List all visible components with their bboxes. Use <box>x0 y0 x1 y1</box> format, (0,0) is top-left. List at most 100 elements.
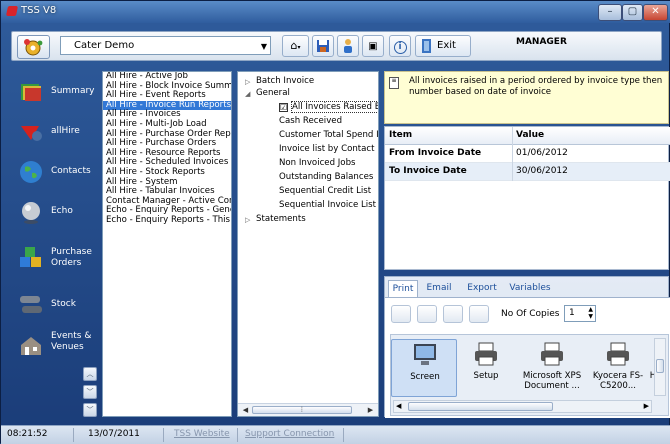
app-menu-button[interactable] <box>17 35 50 59</box>
app-window: TSS V8 – ▢ ✕ Cater Demo ▼ ⌂▾ ▣ i Exit MA… <box>0 0 670 444</box>
scroll-thumb[interactable] <box>656 359 664 373</box>
column-divider <box>512 127 513 181</box>
nav-label-contacts: Contacts <box>51 166 91 176</box>
scroll-right-icon[interactable]: ▶ <box>644 402 649 410</box>
expand-icon[interactable]: ▷ <box>245 216 250 224</box>
printer-list: Screen Setup Microsoft XPS Document ... <box>390 334 669 416</box>
scroll-right-icon[interactable]: ▶ <box>365 405 376 415</box>
stock-pipes-icon <box>20 296 42 313</box>
tree-horizontal-scrollbar[interactable]: ◀ ⋮ ▶ <box>238 403 378 416</box>
report-category-list: All Hire - Active Job All Hire - Block In… <box>102 71 232 417</box>
print-tab-pane: No Of Copies 1 ▲ ▼ Screen Setup Microsof… <box>385 297 670 418</box>
tree-node-statements[interactable]: Statements <box>256 214 306 225</box>
nav-item-stock[interactable]: Stock <box>11 287 98 327</box>
table-row[interactable]: From Invoice Date 01/06/2012 <box>385 145 670 163</box>
nav-item-purchase-orders[interactable]: Purchase Orders <box>11 239 98 279</box>
output-panel: Print Email Export Variables No Of Copie… <box>384 276 670 418</box>
close-button[interactable]: ✕ <box>643 4 668 21</box>
info-icon: i <box>393 41 407 54</box>
maximize-button[interactable]: ▢ <box>622 4 643 21</box>
tab-print[interactable]: Print <box>388 280 418 297</box>
tab-email[interactable]: Email <box>423 280 455 297</box>
print-option-button-2[interactable] <box>417 305 437 323</box>
chevron-up-icon: ︿ <box>86 370 94 378</box>
users-icon <box>344 39 352 53</box>
collapse-icon[interactable]: ◢ <box>245 90 250 98</box>
param-name: From Invoice Date <box>389 148 482 158</box>
nav-scroll-up-button[interactable]: ︿ <box>83 367 97 381</box>
printer-icon <box>475 342 497 366</box>
printer-setup[interactable]: Setup <box>453 339 519 397</box>
printer-vertical-scrollbar[interactable] <box>654 338 666 396</box>
spin-arrows-icon[interactable]: ▲ ▼ <box>588 306 593 320</box>
list-item[interactable]: Echo - Enquiry Reports - This E <box>103 215 231 226</box>
title-bar: TSS V8 – ▢ ✕ <box>1 1 670 23</box>
status-separator <box>163 428 164 442</box>
user-role-label: MANAGER <box>516 37 567 47</box>
minimize-button[interactable]: – <box>598 4 622 21</box>
home-button[interactable]: ⌂▾ <box>282 35 309 57</box>
checked-checkbox-icon[interactable]: ☑ <box>279 103 288 112</box>
status-separator <box>73 428 74 442</box>
tree-node-invoice-list-by-contact[interactable]: Invoice list by Contact <box>279 144 375 155</box>
printer-horizontal-scrollbar[interactable]: ◀ ▶ <box>393 400 652 413</box>
printer-kyocera[interactable]: Kyocera FS-C5200... <box>585 339 651 397</box>
company-select[interactable]: Cater Demo ▼ <box>60 36 271 55</box>
nav-item-events-venues[interactable]: Events & Venues <box>11 327 98 367</box>
printer-microsoft-xps[interactable]: Microsoft XPS Document ... <box>519 339 585 397</box>
chevron-down-icon: ﹀ <box>86 388 94 396</box>
scroll-left-icon[interactable]: ◀ <box>240 405 251 415</box>
report-tree: ▷ Batch Invoice ◢ General ☑ All Invoices … <box>237 71 379 417</box>
copies-stepper[interactable]: 1 ▲ ▼ <box>564 305 596 322</box>
printer-label: Kyocera FS-C5200... <box>592 371 644 391</box>
print-option-button-4[interactable] <box>469 305 489 323</box>
print-option-button-1[interactable] <box>391 305 411 323</box>
param-value[interactable]: 30/06/2012 <box>516 166 568 176</box>
tss-website-link[interactable]: TSS Website <box>174 429 230 439</box>
scroll-thumb[interactable] <box>408 402 553 411</box>
nav-scroll-down-button[interactable]: ﹀ <box>83 385 97 399</box>
tab-variables[interactable]: Variables <box>507 280 553 297</box>
tree-node-customer-total-spend[interactable]: Customer Total Spend I <box>279 130 378 141</box>
printer-label: Setup <box>473 371 499 381</box>
tree-node-non-invoiced-jobs[interactable]: Non Invoiced Jobs <box>279 158 356 169</box>
users-button[interactable] <box>337 35 359 57</box>
monitor-icon <box>414 344 436 365</box>
monitor-button[interactable]: ▣ <box>362 35 384 57</box>
grid-header-value: Value <box>516 130 545 140</box>
exit-button[interactable]: Exit <box>415 35 471 57</box>
nav-label-echo: Echo <box>51 206 73 216</box>
nav-item-allhire[interactable]: allHire <box>11 114 98 154</box>
tree-node-cash-received[interactable]: Cash Received <box>279 116 342 127</box>
save-button[interactable] <box>312 35 334 57</box>
tree-node-sequential-credit-list[interactable]: Sequential Credit List <box>279 186 371 197</box>
allhire-logo-icon <box>21 126 42 141</box>
scroll-left-icon[interactable]: ◀ <box>396 402 401 410</box>
nav-item-echo[interactable]: Echo <box>11 194 98 234</box>
tree-node-outstanding-balances[interactable]: Outstanding Balances <box>279 172 373 183</box>
module-nav: Summary allHire Contacts Echo Purchase O… <box>11 69 98 417</box>
print-option-button-3[interactable] <box>443 305 463 323</box>
nav-label-stock: Stock <box>51 299 76 309</box>
tree-node-sequential-invoice-list[interactable]: Sequential Invoice List <box>279 200 376 211</box>
status-separator <box>343 428 344 442</box>
grid-header-row: Item Value <box>385 127 670 145</box>
param-value[interactable]: 01/06/2012 <box>516 148 568 158</box>
copies-label: No Of Copies <box>501 309 560 319</box>
printer-screen[interactable]: Screen <box>391 339 457 397</box>
printer-label: Screen <box>410 372 440 382</box>
nav-item-summary[interactable]: Summary <box>11 74 98 114</box>
nav-scroll-more-button[interactable]: ﹀ <box>83 403 97 417</box>
expand-icon[interactable]: ▷ <box>245 78 250 86</box>
support-connection-link[interactable]: Support Connection <box>245 429 334 439</box>
info-button[interactable]: i <box>389 35 411 57</box>
nav-item-contacts[interactable]: Contacts <box>11 154 98 194</box>
tree-node-general[interactable]: General <box>256 88 290 99</box>
window-title: TSS V8 <box>21 5 57 16</box>
printer-label: Microsoft XPS Document ... <box>522 371 582 391</box>
tree-node-all-invoices-raised[interactable]: ☑ All Invoices Raised E <box>279 101 378 113</box>
table-row[interactable]: To Invoice Date 30/06/2012 <box>385 163 670 181</box>
tree-node-batch-invoice[interactable]: Batch Invoice <box>256 76 314 87</box>
tab-export[interactable]: Export <box>463 280 501 297</box>
scroll-thumb[interactable]: ⋮ <box>252 406 352 414</box>
